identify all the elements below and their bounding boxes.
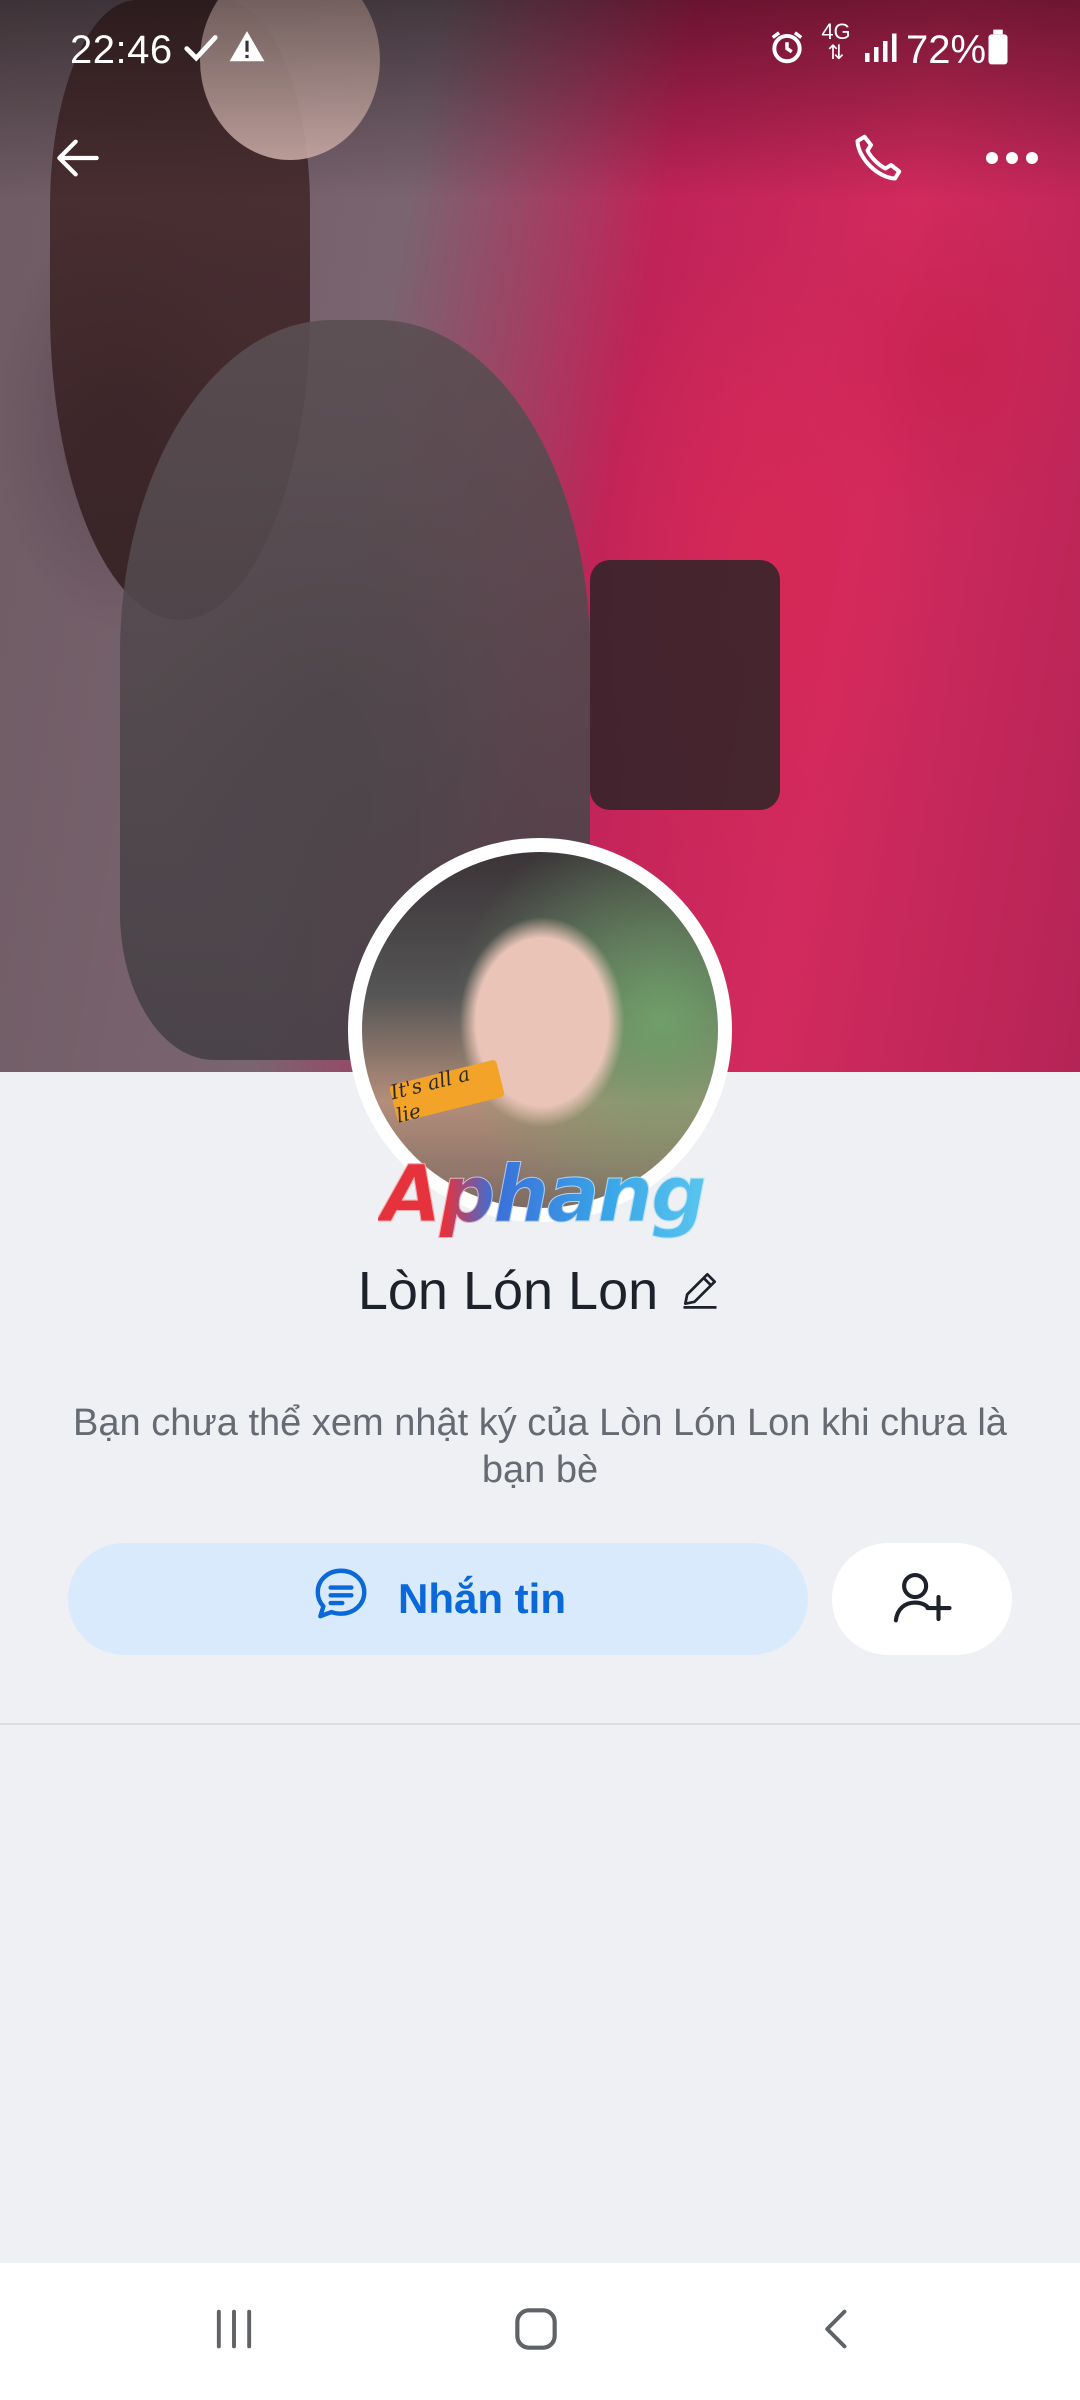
arrow-left-icon bbox=[50, 130, 106, 191]
profile-name: Lòn Lón Lon bbox=[357, 1261, 659, 1321]
signal-icon bbox=[862, 28, 898, 76]
phone-icon bbox=[848, 128, 908, 193]
watermark: Aphang bbox=[378, 1150, 708, 1241]
call-button[interactable] bbox=[838, 120, 918, 200]
message-button[interactable]: Nhắn tin bbox=[68, 1543, 808, 1655]
system-nav-bar bbox=[0, 2263, 1080, 2400]
check-icon bbox=[182, 28, 220, 76]
network-type: 4G ⇅ bbox=[818, 19, 854, 64]
network-label: 4G bbox=[821, 19, 851, 44]
privacy-notice: Bạn chưa thể xem nhật ký của Lòn Lón Lon… bbox=[73, 1402, 1007, 1491]
more-button[interactable] bbox=[972, 120, 1052, 200]
back-button[interactable] bbox=[38, 120, 118, 200]
status-time: 22:46 bbox=[70, 28, 173, 72]
back-chevron-icon bbox=[812, 2303, 864, 2360]
profile-name-row: Lòn Lón Lon bbox=[0, 1260, 1080, 1322]
status-bar: 22:46 4G ⇅ 72% bbox=[0, 0, 1080, 92]
pencil-icon bbox=[683, 1272, 717, 1309]
chat-bubble-icon bbox=[310, 1563, 372, 1635]
data-arrows-icon: ⇅ bbox=[827, 42, 845, 64]
avatar-sticker: It's all a lie bbox=[388, 1059, 505, 1128]
more-horizontal-icon bbox=[984, 148, 1040, 173]
warning-icon bbox=[228, 28, 266, 76]
message-button-label: Nhắn tin bbox=[398, 1575, 566, 1622]
home-icon bbox=[508, 2301, 564, 2362]
cover-bag bbox=[590, 560, 780, 810]
edit-name-button[interactable] bbox=[678, 1267, 722, 1316]
section-divider bbox=[0, 1723, 1080, 1725]
add-friend-button[interactable] bbox=[832, 1543, 1012, 1655]
home-button[interactable] bbox=[496, 2291, 576, 2371]
nav-back-button[interactable] bbox=[798, 2291, 878, 2371]
recent-apps-button[interactable] bbox=[194, 2291, 274, 2371]
battery-percent: 72% bbox=[906, 28, 987, 72]
alarm-icon bbox=[768, 28, 806, 76]
recent-apps-icon bbox=[208, 2303, 260, 2360]
battery-icon bbox=[986, 28, 1010, 76]
add-person-icon bbox=[889, 1564, 955, 1635]
